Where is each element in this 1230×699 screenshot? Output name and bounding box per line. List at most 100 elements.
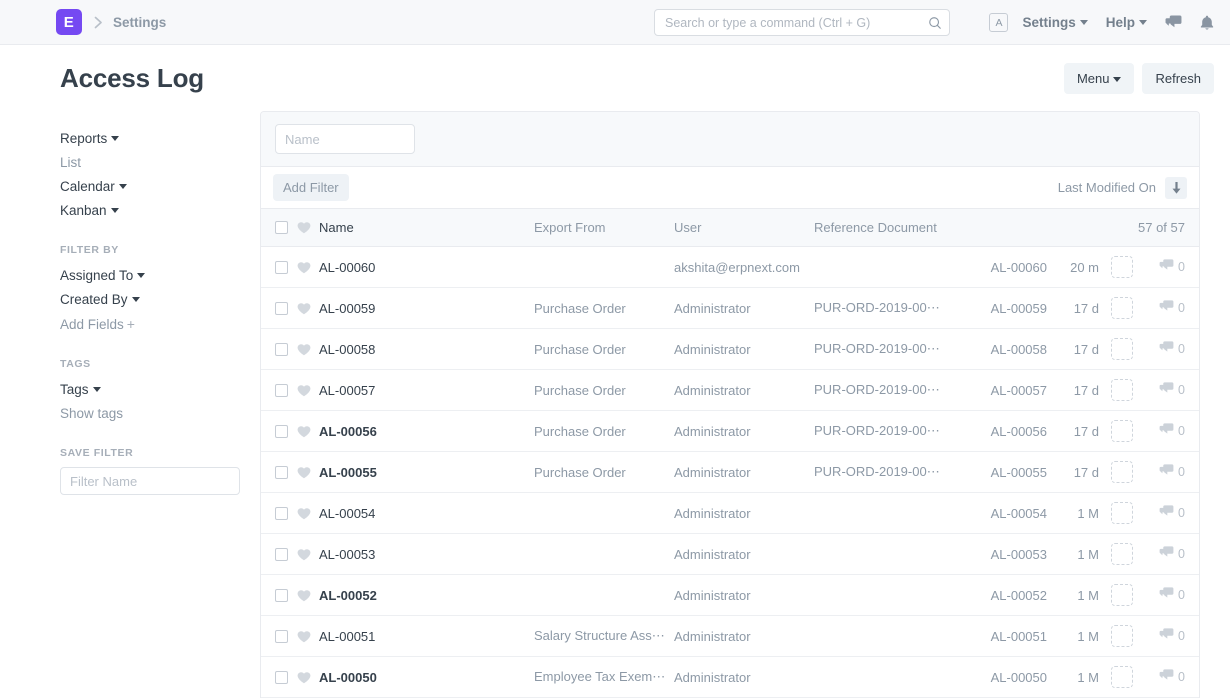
refresh-button[interactable]: Refresh	[1142, 63, 1214, 94]
row-checkbox[interactable]	[275, 466, 288, 479]
column-header-user[interactable]: User	[674, 220, 814, 235]
row-assign-cell[interactable]	[1099, 297, 1145, 319]
row-name-link[interactable]: AL-00059	[319, 301, 534, 316]
row-assign-cell[interactable]	[1099, 584, 1145, 606]
row-assign-cell[interactable]	[1099, 338, 1145, 360]
sort-direction-button[interactable]	[1165, 177, 1187, 199]
row-name-link[interactable]: AL-00054	[319, 506, 534, 521]
sidebar-item-add-fields[interactable]: Add Fields+	[60, 312, 244, 336]
row-checkbox[interactable]	[275, 589, 288, 602]
assign-placeholder-icon[interactable]	[1111, 297, 1133, 319]
sidebar-item-tags[interactable]: Tags	[60, 378, 244, 401]
app-logo[interactable]: E	[56, 9, 82, 35]
chat-icon[interactable]	[1165, 15, 1182, 30]
like-header-icon[interactable]	[297, 221, 319, 234]
like-icon[interactable]	[297, 671, 319, 684]
row-assign-cell[interactable]	[1099, 625, 1145, 647]
table-row[interactable]: AL-00057Purchase OrderAdministratorPUR-O…	[261, 370, 1199, 411]
row-comment-cell[interactable]: 0	[1145, 341, 1185, 357]
sidebar-item-reports[interactable]: Reports	[60, 127, 244, 150]
nav-settings-dropdown[interactable]: Settings	[1022, 15, 1087, 30]
row-checkbox[interactable]	[275, 548, 288, 561]
assign-placeholder-icon[interactable]	[1111, 543, 1133, 565]
like-icon[interactable]	[297, 261, 319, 274]
row-checkbox[interactable]	[275, 630, 288, 643]
sidebar-item-show-tags[interactable]: Show tags	[60, 402, 244, 425]
row-assign-cell[interactable]	[1099, 379, 1145, 401]
row-assign-cell[interactable]	[1099, 420, 1145, 442]
row-name-link[interactable]: AL-00052	[319, 588, 534, 603]
sidebar-item-calendar[interactable]: Calendar	[60, 175, 244, 198]
row-comment-cell[interactable]: 0	[1145, 546, 1185, 562]
menu-button[interactable]: Menu	[1064, 63, 1135, 94]
sidebar-item-kanban[interactable]: Kanban	[60, 199, 244, 222]
row-assign-cell[interactable]	[1099, 256, 1145, 278]
row-checkbox[interactable]	[275, 302, 288, 315]
add-filter-button[interactable]: Add Filter	[273, 174, 349, 201]
sidebar-item-assigned-to[interactable]: Assigned To	[60, 264, 244, 287]
bell-icon[interactable]	[1200, 15, 1214, 31]
assign-placeholder-icon[interactable]	[1111, 625, 1133, 647]
sort-selector[interactable]: Last Modified On	[1058, 180, 1156, 195]
row-name-link[interactable]: AL-00056	[319, 424, 534, 439]
table-row[interactable]: AL-00060akshita@erpnext.comAL-0006020 m0	[261, 247, 1199, 288]
sidebar-item-list[interactable]: List	[60, 151, 244, 174]
table-row[interactable]: AL-00056Purchase OrderAdministratorPUR-O…	[261, 411, 1199, 452]
table-row[interactable]: AL-00054AdministratorAL-000541 M0	[261, 493, 1199, 534]
select-all-checkbox[interactable]	[275, 221, 288, 234]
row-comment-cell[interactable]: 0	[1145, 628, 1185, 644]
table-row[interactable]: AL-00053AdministratorAL-000531 M0	[261, 534, 1199, 575]
assign-placeholder-icon[interactable]	[1111, 338, 1133, 360]
row-name-link[interactable]: AL-00050	[319, 670, 534, 685]
row-assign-cell[interactable]	[1099, 543, 1145, 565]
assign-placeholder-icon[interactable]	[1111, 502, 1133, 524]
row-name-link[interactable]: AL-00057	[319, 383, 534, 398]
row-comment-cell[interactable]: 0	[1145, 259, 1185, 275]
row-checkbox[interactable]	[275, 343, 288, 356]
nav-help-dropdown[interactable]: Help	[1106, 15, 1147, 30]
row-name-link[interactable]: AL-00051	[319, 629, 534, 644]
assign-placeholder-icon[interactable]	[1111, 461, 1133, 483]
table-row[interactable]: AL-00052AdministratorAL-000521 M0	[261, 575, 1199, 616]
row-checkbox[interactable]	[275, 384, 288, 397]
assign-placeholder-icon[interactable]	[1111, 256, 1133, 278]
like-icon[interactable]	[297, 589, 319, 602]
like-icon[interactable]	[297, 343, 319, 356]
like-icon[interactable]	[297, 425, 319, 438]
breadcrumb-settings[interactable]: Settings	[113, 15, 166, 30]
row-comment-cell[interactable]: 0	[1145, 300, 1185, 316]
assign-placeholder-icon[interactable]	[1111, 420, 1133, 442]
row-name-link[interactable]: AL-00060	[319, 260, 534, 275]
row-name-link[interactable]: AL-00055	[319, 465, 534, 480]
assign-placeholder-icon[interactable]	[1111, 666, 1133, 688]
search-input[interactable]	[654, 9, 950, 36]
table-row[interactable]: AL-00059Purchase OrderAdministratorPUR-O…	[261, 288, 1199, 329]
row-name-link[interactable]: AL-00058	[319, 342, 534, 357]
sidebar-item-created-by[interactable]: Created By	[60, 288, 244, 311]
row-assign-cell[interactable]	[1099, 666, 1145, 688]
like-icon[interactable]	[297, 507, 319, 520]
table-row[interactable]: AL-00050Employee Tax Exem⋯AdministratorA…	[261, 657, 1199, 698]
table-row[interactable]: AL-00058Purchase OrderAdministratorPUR-O…	[261, 329, 1199, 370]
search-icon[interactable]	[928, 16, 942, 30]
column-header-reference-document[interactable]: Reference Document	[814, 220, 1138, 235]
filter-name-input[interactable]	[60, 467, 240, 495]
row-comment-cell[interactable]: 0	[1145, 423, 1185, 439]
row-comment-cell[interactable]: 0	[1145, 587, 1185, 603]
row-comment-cell[interactable]: 0	[1145, 382, 1185, 398]
table-row[interactable]: AL-00051Salary Structure Ass⋯Administrat…	[261, 616, 1199, 657]
row-comment-cell[interactable]: 0	[1145, 669, 1185, 685]
row-checkbox[interactable]	[275, 671, 288, 684]
row-comment-cell[interactable]: 0	[1145, 464, 1185, 480]
row-comment-cell[interactable]: 0	[1145, 505, 1185, 521]
avatar[interactable]: A	[989, 13, 1008, 32]
like-icon[interactable]	[297, 466, 319, 479]
column-header-name[interactable]: Name	[319, 220, 534, 235]
row-checkbox[interactable]	[275, 425, 288, 438]
name-filter-input[interactable]	[275, 124, 415, 154]
row-assign-cell[interactable]	[1099, 461, 1145, 483]
assign-placeholder-icon[interactable]	[1111, 584, 1133, 606]
like-icon[interactable]	[297, 302, 319, 315]
like-icon[interactable]	[297, 384, 319, 397]
assign-placeholder-icon[interactable]	[1111, 379, 1133, 401]
